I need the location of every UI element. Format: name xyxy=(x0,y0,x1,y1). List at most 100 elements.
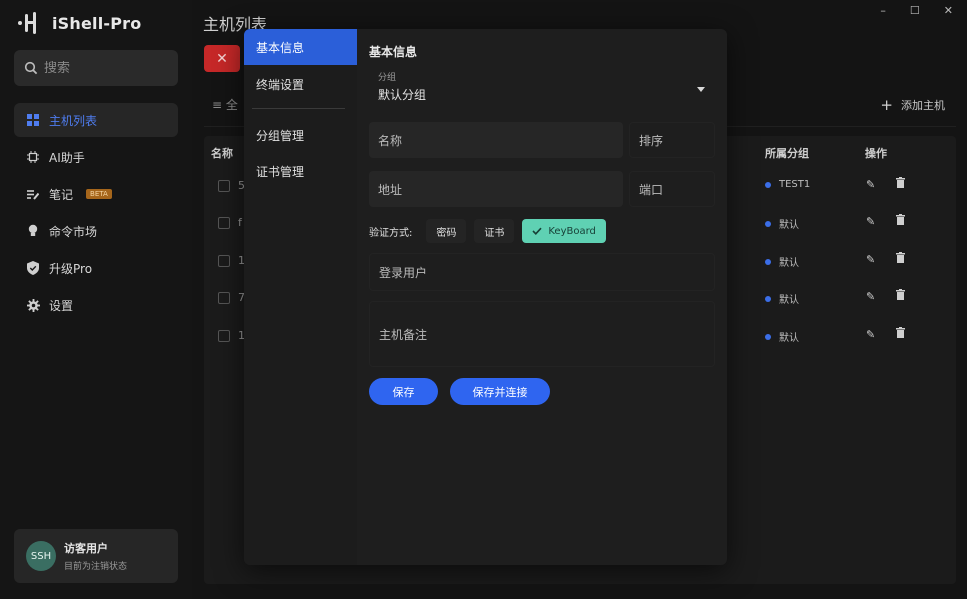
bulb-icon xyxy=(26,224,40,238)
name-field[interactable]: 名称 xyxy=(369,122,623,158)
shield-icon xyxy=(26,261,40,275)
save-button[interactable]: 保存 xyxy=(369,378,438,405)
sidebar-item-label: AI助手 xyxy=(49,150,85,165)
auth-option-keyboard[interactable]: KeyBoard xyxy=(522,219,606,243)
row-group: 默认 xyxy=(765,254,799,269)
app-logo: iShell-Pro xyxy=(18,10,141,36)
trash-icon[interactable] xyxy=(896,177,905,191)
sidebar-item-label: 设置 xyxy=(49,298,74,313)
column-header-actions: 操作 xyxy=(865,147,887,160)
sidebar-item-command-market[interactable]: 命令市场 xyxy=(14,214,178,248)
chip-icon xyxy=(26,150,40,164)
trash-icon[interactable] xyxy=(896,327,905,341)
note-icon xyxy=(26,187,40,201)
trash-icon[interactable] xyxy=(896,214,905,228)
sidebar-item-ai-assistant[interactable]: AI助手 xyxy=(14,140,178,174)
auth-option-certificate[interactable]: 证书 xyxy=(474,219,515,243)
column-header-group[interactable]: 所属分组 xyxy=(765,145,809,161)
user-name: 访客用户 xyxy=(64,542,108,555)
plus-icon: + xyxy=(880,96,893,114)
select-all-filter[interactable]: ≡ 全 xyxy=(212,96,238,113)
logo-icon xyxy=(18,10,44,36)
caret-down-icon xyxy=(697,87,705,92)
host-edit-dialog: 基本信息 终端设置 分组管理 证书管理 基本信息 分组 默认分组 名称 排序 地… xyxy=(244,29,727,565)
row-checkbox[interactable] xyxy=(218,180,230,192)
add-host-button[interactable]: + 添加主机 xyxy=(880,96,945,114)
dialog-body: 基本信息 分组 默认分组 名称 排序 地址 端口 验证方式: 密码 证书 Key… xyxy=(357,29,727,565)
search-box[interactable] xyxy=(14,50,178,86)
chip-label: 密码 xyxy=(436,227,457,239)
search-icon xyxy=(24,61,38,75)
dialog-tab-certificate-management[interactable]: 证书管理 xyxy=(244,153,357,189)
auth-method-group: 验证方式: 密码 证书 KeyBoard xyxy=(369,219,606,243)
row-checkbox[interactable] xyxy=(218,292,230,304)
edit-icon[interactable]: ✎ xyxy=(866,215,875,228)
edit-icon[interactable]: ✎ xyxy=(866,328,875,341)
row-group-label: 默认 xyxy=(779,258,799,269)
host-remark-field[interactable]: 主机备注 xyxy=(369,301,715,367)
login-user-field[interactable]: 登录用户 xyxy=(369,253,715,291)
row-group: 默认 xyxy=(765,291,799,306)
row-checkbox[interactable] xyxy=(218,330,230,342)
sidebar-item-label: 命令市场 xyxy=(49,224,98,239)
row-group: 默认 xyxy=(765,329,799,344)
dialog-tab-basic-info[interactable]: 基本信息 xyxy=(244,29,357,65)
window-controls: – ☐ ✕ xyxy=(880,4,953,17)
search-input[interactable] xyxy=(44,60,164,76)
grid-icon xyxy=(26,113,40,127)
check-icon xyxy=(532,227,542,235)
group-dot-icon xyxy=(765,333,771,340)
sidebar-nav: 主机列表 AI助手 笔记 BETA 命令市场 升级Pro 设置 xyxy=(14,103,178,325)
row-group: 默认 xyxy=(765,216,799,231)
row-name: f xyxy=(238,216,242,229)
sidebar-item-upgrade-pro[interactable]: 升级Pro xyxy=(14,251,178,285)
trash-icon[interactable] xyxy=(896,252,905,266)
address-field[interactable]: 地址 xyxy=(369,171,623,207)
dialog-tab-group-management[interactable]: 分组管理 xyxy=(244,117,357,153)
close-window-button[interactable]: ✕ xyxy=(944,4,953,17)
row-checkbox[interactable] xyxy=(218,255,230,267)
sidebar: iShell-Pro 主机列表 AI助手 笔记 BETA 命令市场 xyxy=(0,0,192,599)
column-header-name[interactable]: 名称 xyxy=(211,145,233,161)
group-dot-icon xyxy=(765,295,771,302)
maximize-button[interactable]: ☐ xyxy=(910,4,920,17)
row-group-label: 默认 xyxy=(779,333,799,344)
edit-icon[interactable]: ✎ xyxy=(866,290,875,303)
row-group-label: 默认 xyxy=(779,295,799,306)
sidebar-item-settings[interactable]: 设置 xyxy=(14,288,178,322)
group-select[interactable]: 分组 默认分组 xyxy=(369,67,715,111)
row-group-label: 默认 xyxy=(779,220,799,231)
chip-label: KeyBoard xyxy=(548,225,596,237)
divider xyxy=(252,108,345,109)
sidebar-item-label: 主机列表 xyxy=(49,113,98,128)
auth-option-password[interactable]: 密码 xyxy=(426,219,467,243)
delete-button[interactable]: ✕ xyxy=(204,45,240,72)
group-dot-icon xyxy=(765,220,771,227)
sidebar-item-label: 升级Pro xyxy=(49,261,93,276)
edit-icon[interactable]: ✎ xyxy=(866,253,875,266)
sidebar-item-host-list[interactable]: 主机列表 xyxy=(14,103,178,137)
group-dot-icon xyxy=(765,258,771,265)
dialog-tab-terminal-settings[interactable]: 终端设置 xyxy=(244,66,357,102)
avatar: SSH xyxy=(26,541,56,571)
beta-badge: BETA xyxy=(86,189,112,199)
row-group: TEST1 xyxy=(765,179,810,190)
app-window: iShell-Pro 主机列表 AI助手 笔记 BETA 命令市场 xyxy=(0,0,967,599)
minimize-button[interactable]: – xyxy=(880,4,886,17)
user-status: 目前为注销状态 xyxy=(64,562,128,572)
auth-method-label: 验证方式: xyxy=(369,227,413,239)
group-select-label: 分组 xyxy=(378,73,397,83)
gear-icon xyxy=(26,298,40,312)
order-field[interactable]: 排序 xyxy=(629,122,715,158)
user-card[interactable]: SSH 访客用户 目前为注销状态 xyxy=(14,529,178,583)
edit-icon[interactable]: ✎ xyxy=(866,178,875,191)
port-field[interactable]: 端口 xyxy=(629,171,715,207)
add-host-label: 添加主机 xyxy=(901,99,945,112)
row-checkbox[interactable] xyxy=(218,217,230,229)
sidebar-item-notes[interactable]: 笔记 BETA xyxy=(14,177,178,211)
save-and-connect-button[interactable]: 保存并连接 xyxy=(450,378,550,405)
chip-label: 证书 xyxy=(484,227,505,239)
trash-icon[interactable] xyxy=(896,289,905,303)
group-select-value: 默认分组 xyxy=(378,88,427,102)
row-group-label: TEST1 xyxy=(779,179,811,190)
